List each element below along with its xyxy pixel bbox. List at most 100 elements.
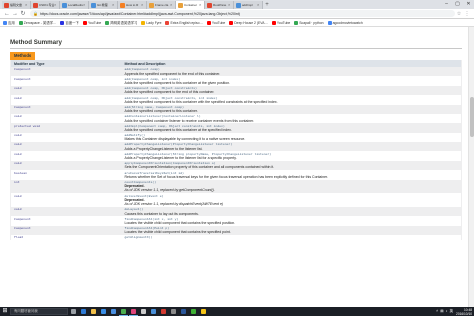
url-input[interactable] [39,11,452,16]
store-icon[interactable] [99,307,108,316]
volume-icon[interactable]: ♪ [446,307,448,316]
chrome-icon[interactable] [119,307,128,316]
tab-close-icon[interactable]: × [141,3,144,7]
tray-chevron-icon[interactable]: ˄ [436,307,438,316]
bookmark-star-icon[interactable]: ☆ [455,10,463,18]
wechat-glyph [191,309,196,314]
tab-favicon-icon [236,2,241,8]
tab-close-icon[interactable]: × [112,3,115,7]
method-signature-link[interactable]: getAlignmentX() [125,235,459,239]
table-body: Component add(Component comp) Appends the … [10,67,462,241]
browser-tab[interactable]: CSDN-专业 × [31,1,60,9]
method-cell: add(Component comp, Object constraints, … [121,95,462,105]
minimize-button[interactable]: – [441,0,452,9]
bookmark-label: Extra English episo… [170,20,203,25]
word-glyph [181,309,186,314]
task-view-icon[interactable] [69,307,78,316]
tab-title: Git 教程 [97,3,108,7]
bookmark-item[interactable]: Scapall · python [294,20,324,25]
bookmark-item[interactable]: YouTube [271,20,290,25]
terminal-icon[interactable] [139,307,148,316]
tab-favicon-icon [33,2,38,8]
bookmark-item[interactable]: Extra English episo… [165,20,203,25]
edge-glyph [81,309,86,314]
tab-close-icon[interactable]: × [199,3,202,7]
input-language[interactable]: 英 [449,307,453,316]
tab-title: LocalRedis [68,3,83,7]
bookmark-favicon-icon [206,20,211,25]
method-cell: getAlignmentX() [121,234,462,241]
methods-caption-tab[interactable]: Methods [10,52,36,60]
tab-title: 编辑文章 [10,3,23,7]
bookmark-label: Lady Fyre [146,20,162,25]
reload-icon[interactable]: ↻ [19,10,27,18]
bookmark-label: YouTube [211,20,226,25]
browser-tab[interactable]: LocalRedis × [60,1,89,9]
modifier-cell: Component [10,67,122,77]
tab-title: How to R [126,3,139,7]
method-cell: findComponentAt(int x, int y) Locates the… [121,216,462,226]
address-bar[interactable]: 🔒 [30,10,455,17]
back-icon[interactable]: ← [3,10,11,18]
browser-tab[interactable]: RootPane × [205,1,234,9]
bookmark-item[interactable]: 百度一下 [60,20,79,25]
word-icon[interactable] [179,307,188,316]
bookmark-item[interactable]: YouTube [82,20,101,25]
tab-close-icon[interactable]: × [170,3,173,7]
bookmark-item[interactable]: agoodmovietowatch [327,20,363,25]
browser-tab[interactable]: How to R × [118,1,147,9]
tab-favicon-icon [4,2,9,8]
explorer-icon[interactable] [89,307,98,316]
bookmark-item[interactable]: 简明英语英语学习 [105,20,137,25]
table-row: float getAlignmentX() [10,234,462,241]
taskbar-clock[interactable]: 10:48 2016/10/10 [456,308,472,316]
method-cell: add(Component comp) Appends the specified… [121,67,462,77]
tab-close-icon[interactable]: × [257,3,260,7]
netease-music-icon[interactable] [159,307,168,316]
close-window-button[interactable]: ✕ [463,0,474,9]
windows-start-icon[interactable]: ⊞ [0,307,10,316]
calculator-icon[interactable] [169,307,178,316]
bookmark-item[interactable]: Deep House 2 (EVA… [229,20,268,25]
browser-tab[interactable]: Git 教程 × [89,1,118,9]
maximize-button[interactable]: ▢ [452,0,463,9]
vertical-scrollbar[interactable] [468,27,474,307]
explorer-glyph [91,309,96,314]
menu-icon[interactable]: ⋮ [463,10,471,18]
browser-tab[interactable]: addImpl × [234,1,263,9]
scrollbar-thumb[interactable] [470,97,474,137]
bookmark-item[interactable]: Lady Fyre [141,20,162,25]
modifier-cell: Component [10,225,122,235]
tab-close-icon[interactable]: × [83,3,86,7]
tab-close-icon[interactable]: × [54,3,57,7]
mail-icon[interactable] [109,307,118,316]
method-description: Returns whether the Set of focus travers… [124,174,329,179]
table-row: void addPropertyChangeListener(String pro… [10,151,462,161]
notes-icon[interactable] [199,307,208,316]
tab-close-icon[interactable]: × [228,3,231,7]
taskbar-search-box[interactable]: 有问题尽管问我 [10,308,68,315]
edge-icon[interactable] [79,307,88,316]
method-cell: findComponentAt(Point p) Locates the visi… [121,225,462,235]
browser-tab[interactable]: Container × [176,1,205,9]
table-row: void add(Component comp, Object constrain… [10,85,462,96]
photos-icon[interactable] [149,307,158,316]
bookmark-item[interactable]: Zerospace - 英语学… [18,20,56,25]
terminal-glyph [141,309,146,314]
browser-tab[interactable]: 编辑文章 × [2,1,31,9]
intellij-icon[interactable] [129,307,138,316]
forward-icon[interactable]: → [11,10,19,18]
network-icon[interactable]: ▤ [440,307,443,316]
bookmark-item[interactable]: 应用 [3,20,15,25]
new-tab-button[interactable]: + [263,1,271,9]
bookmark-item[interactable]: YouTube [206,20,226,25]
deprecation-note: As of JDK version 1.1, replaced by getCo… [124,188,215,193]
method-description: Locates the visible child component that… [124,230,231,235]
tab-close-icon[interactable]: × [25,3,28,7]
browser-tab[interactable]: Frame cla × [147,1,176,9]
tab-favicon-icon [120,2,125,8]
method-description: Adds the specified component to this con… [124,109,198,114]
wechat-icon[interactable] [189,307,198,316]
method-cell: addPropertyChangeListener(String propert… [121,151,462,161]
bookmark-favicon-icon [60,20,65,25]
